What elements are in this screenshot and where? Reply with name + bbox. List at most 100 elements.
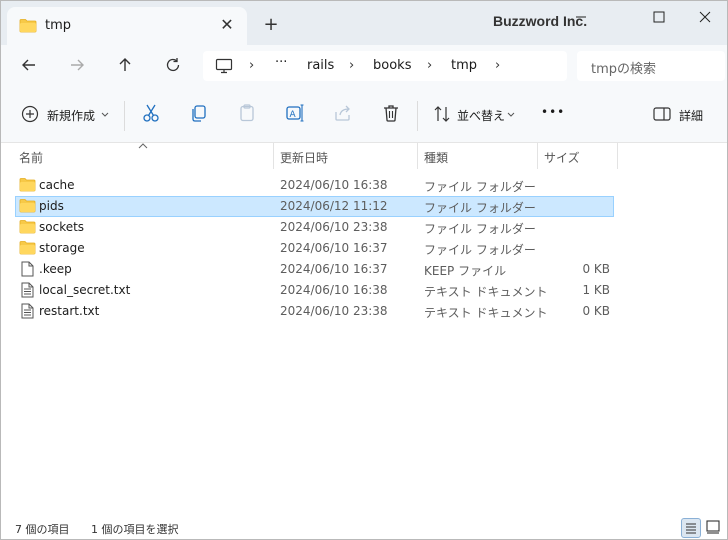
file-type: ファイル フォルダー (424, 201, 536, 215)
delete-button[interactable] (381, 103, 403, 127)
file-name: local_secret.txt (39, 283, 131, 297)
file-icon (21, 261, 34, 280)
cut-button[interactable] (141, 103, 163, 127)
refresh-icon (166, 58, 180, 72)
refresh-button[interactable] (159, 53, 187, 79)
back-button[interactable] (15, 53, 43, 79)
file-date: 2024/06/10 16:37 (280, 241, 388, 255)
file-row-cache[interactable]: cache 2024/06/10 16:38 ファイル フォルダー (15, 175, 614, 196)
minimize-button[interactable] (561, 5, 601, 29)
close-window-button[interactable] (685, 5, 725, 29)
close-tab-icon[interactable]: ✕ (217, 15, 237, 35)
forward-button[interactable] (63, 53, 91, 79)
rename-icon: A (286, 104, 304, 122)
copy-button[interactable] (189, 103, 211, 127)
tab-title: tmp (45, 18, 72, 33)
folder-icon (19, 198, 36, 216)
breadcrumb[interactable]: › ··· rails › books › tmp › (203, 51, 567, 81)
file-row-pids[interactable]: pids 2024/06/12 11:12 ファイル フォルダー (15, 196, 614, 217)
sort-icon (434, 106, 450, 122)
details-view-button[interactable] (681, 518, 701, 538)
details-button-label: 詳細 (679, 109, 704, 123)
breadcrumb-separator[interactable]: › (495, 58, 500, 73)
toolbar-divider (417, 101, 418, 131)
more-options-button[interactable]: ••• (541, 103, 564, 127)
breadcrumb-separator[interactable]: › (249, 58, 254, 73)
new-button[interactable]: 新規作成 (21, 103, 111, 127)
sort-ascending-icon (138, 143, 148, 149)
file-size: 0 KB (582, 304, 610, 318)
tiles-view-button[interactable] (704, 518, 724, 538)
rename-button[interactable]: A (285, 103, 307, 127)
file-type: テキスト ドキュメント (424, 306, 548, 320)
toolbar-divider (124, 101, 125, 131)
computer-icon[interactable] (215, 58, 233, 77)
file-date: 2024/06/10 23:38 (280, 304, 388, 318)
file-type: ファイル フォルダー (424, 222, 536, 236)
breadcrumb-separator[interactable]: › (349, 58, 354, 73)
file-row-storage[interactable]: storage 2024/06/10 16:37 ファイル フォルダー (15, 238, 614, 259)
details-button[interactable]: 詳細 (653, 103, 713, 127)
breadcrumb-separator[interactable]: › (427, 58, 432, 73)
breadcrumb-item-rails[interactable]: rails (307, 58, 334, 73)
column-header-type-label: 種類 (424, 151, 449, 165)
file-date: 2024/06/10 23:38 (280, 220, 388, 234)
maximize-icon (653, 11, 665, 23)
tab-tmp[interactable]: tmp ✕ (7, 7, 247, 45)
file-explorer-window: tmp ✕ + Buzzword Inc. › ··· rails › book… (0, 0, 728, 540)
scissors-icon (143, 104, 159, 122)
arrow-left-icon (22, 59, 35, 71)
column-header-size[interactable]: サイズ (537, 143, 617, 171)
folder-icon (19, 219, 36, 237)
file-size: 0 KB (582, 262, 610, 276)
list-view-icon (686, 523, 696, 534)
chevron-down-icon (507, 112, 515, 117)
search-placeholder: tmpの検索 (591, 62, 657, 77)
tiles-view-icon (706, 520, 720, 534)
file-date: 2024/06/10 16:37 (280, 262, 388, 276)
folder-icon (19, 18, 37, 36)
minimize-icon (576, 16, 586, 18)
file-type: ファイル フォルダー (424, 180, 536, 194)
title-bar: tmp ✕ + Buzzword Inc. (1, 1, 727, 45)
file-date: 2024/06/10 16:38 (280, 178, 388, 192)
command-bar: 新規作成 A 並べ替え ••• 詳細 (1, 87, 727, 143)
share-icon (335, 105, 350, 121)
up-button[interactable] (111, 53, 139, 79)
column-header-name-label: 名前 (19, 151, 44, 165)
chevron-down-icon (101, 112, 109, 117)
paste-button[interactable] (237, 103, 259, 127)
column-header-date-label: 更新日時 (280, 151, 329, 165)
file-row-sockets[interactable]: sockets 2024/06/10 23:38 ファイル フォルダー (15, 217, 614, 238)
close-icon (699, 11, 711, 23)
sort-button[interactable]: 並べ替え (433, 103, 521, 127)
file-name: pids (39, 199, 64, 213)
text-file-icon (21, 282, 34, 301)
file-type: テキスト ドキュメント (424, 285, 548, 299)
column-header-size-label: サイズ (544, 151, 580, 165)
file-size: 1 KB (582, 283, 610, 297)
column-header-type[interactable]: 種類 (417, 143, 537, 171)
share-button[interactable] (333, 103, 355, 127)
search-input[interactable]: tmpの検索 (577, 51, 725, 81)
column-header-date[interactable]: 更新日時 (273, 143, 417, 171)
file-row-local-secret[interactable]: local_secret.txt 2024/06/10 16:38 テキスト ド… (15, 280, 614, 301)
text-file-icon (21, 303, 34, 322)
new-tab-button[interactable]: + (259, 13, 283, 37)
item-count: 7 個の項目 (15, 523, 70, 536)
file-name: restart.txt (39, 304, 100, 318)
file-row-keep[interactable]: .keep 2024/06/10 16:37 KEEP ファイル 0 KB (15, 259, 614, 280)
details-pane-icon (653, 107, 671, 121)
file-name: cache (39, 178, 75, 192)
breadcrumb-more[interactable]: ··· (275, 55, 287, 70)
copy-icon (192, 105, 206, 122)
folder-icon (19, 177, 36, 195)
column-header-name[interactable]: 名前 (1, 143, 273, 171)
address-row: › ··· rails › books › tmp › tmpの検索 (1, 45, 727, 87)
breadcrumb-item-tmp[interactable]: tmp (451, 58, 477, 73)
maximize-button[interactable] (639, 5, 679, 29)
column-divider[interactable] (617, 143, 618, 169)
file-row-restart[interactable]: restart.txt 2024/06/10 23:38 テキスト ドキュメント… (15, 301, 614, 322)
plus-circle-icon (21, 105, 39, 123)
breadcrumb-item-books[interactable]: books (373, 58, 411, 73)
